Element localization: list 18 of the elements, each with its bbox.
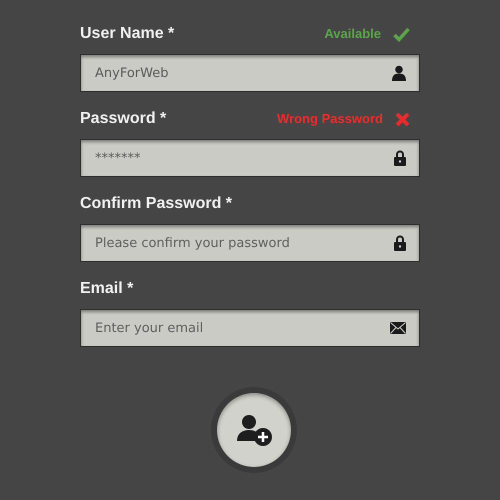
user-icon (392, 65, 406, 81)
check-icon (393, 26, 410, 42)
status-message: Wrong Password (277, 110, 383, 128)
input-field[interactable]: ******* (80, 139, 420, 177)
lock-icon (394, 235, 406, 251)
field-label: Email * (80, 279, 134, 299)
input-field[interactable]: Please confirm your password (80, 224, 420, 262)
field-label: User Name * (80, 24, 174, 44)
status-message: Available (324, 25, 381, 44)
cross-icon (395, 112, 410, 126)
input-field[interactable]: AnyForWeb (80, 54, 420, 92)
lock-icon (394, 150, 406, 166)
envelope-icon (390, 322, 406, 334)
add-user-button[interactable] (217, 393, 291, 467)
input-field[interactable]: Enter your email (80, 309, 420, 347)
field-label: Confirm Password * (80, 194, 232, 214)
field-label: Password * (80, 109, 166, 129)
add-user-icon (235, 413, 273, 447)
